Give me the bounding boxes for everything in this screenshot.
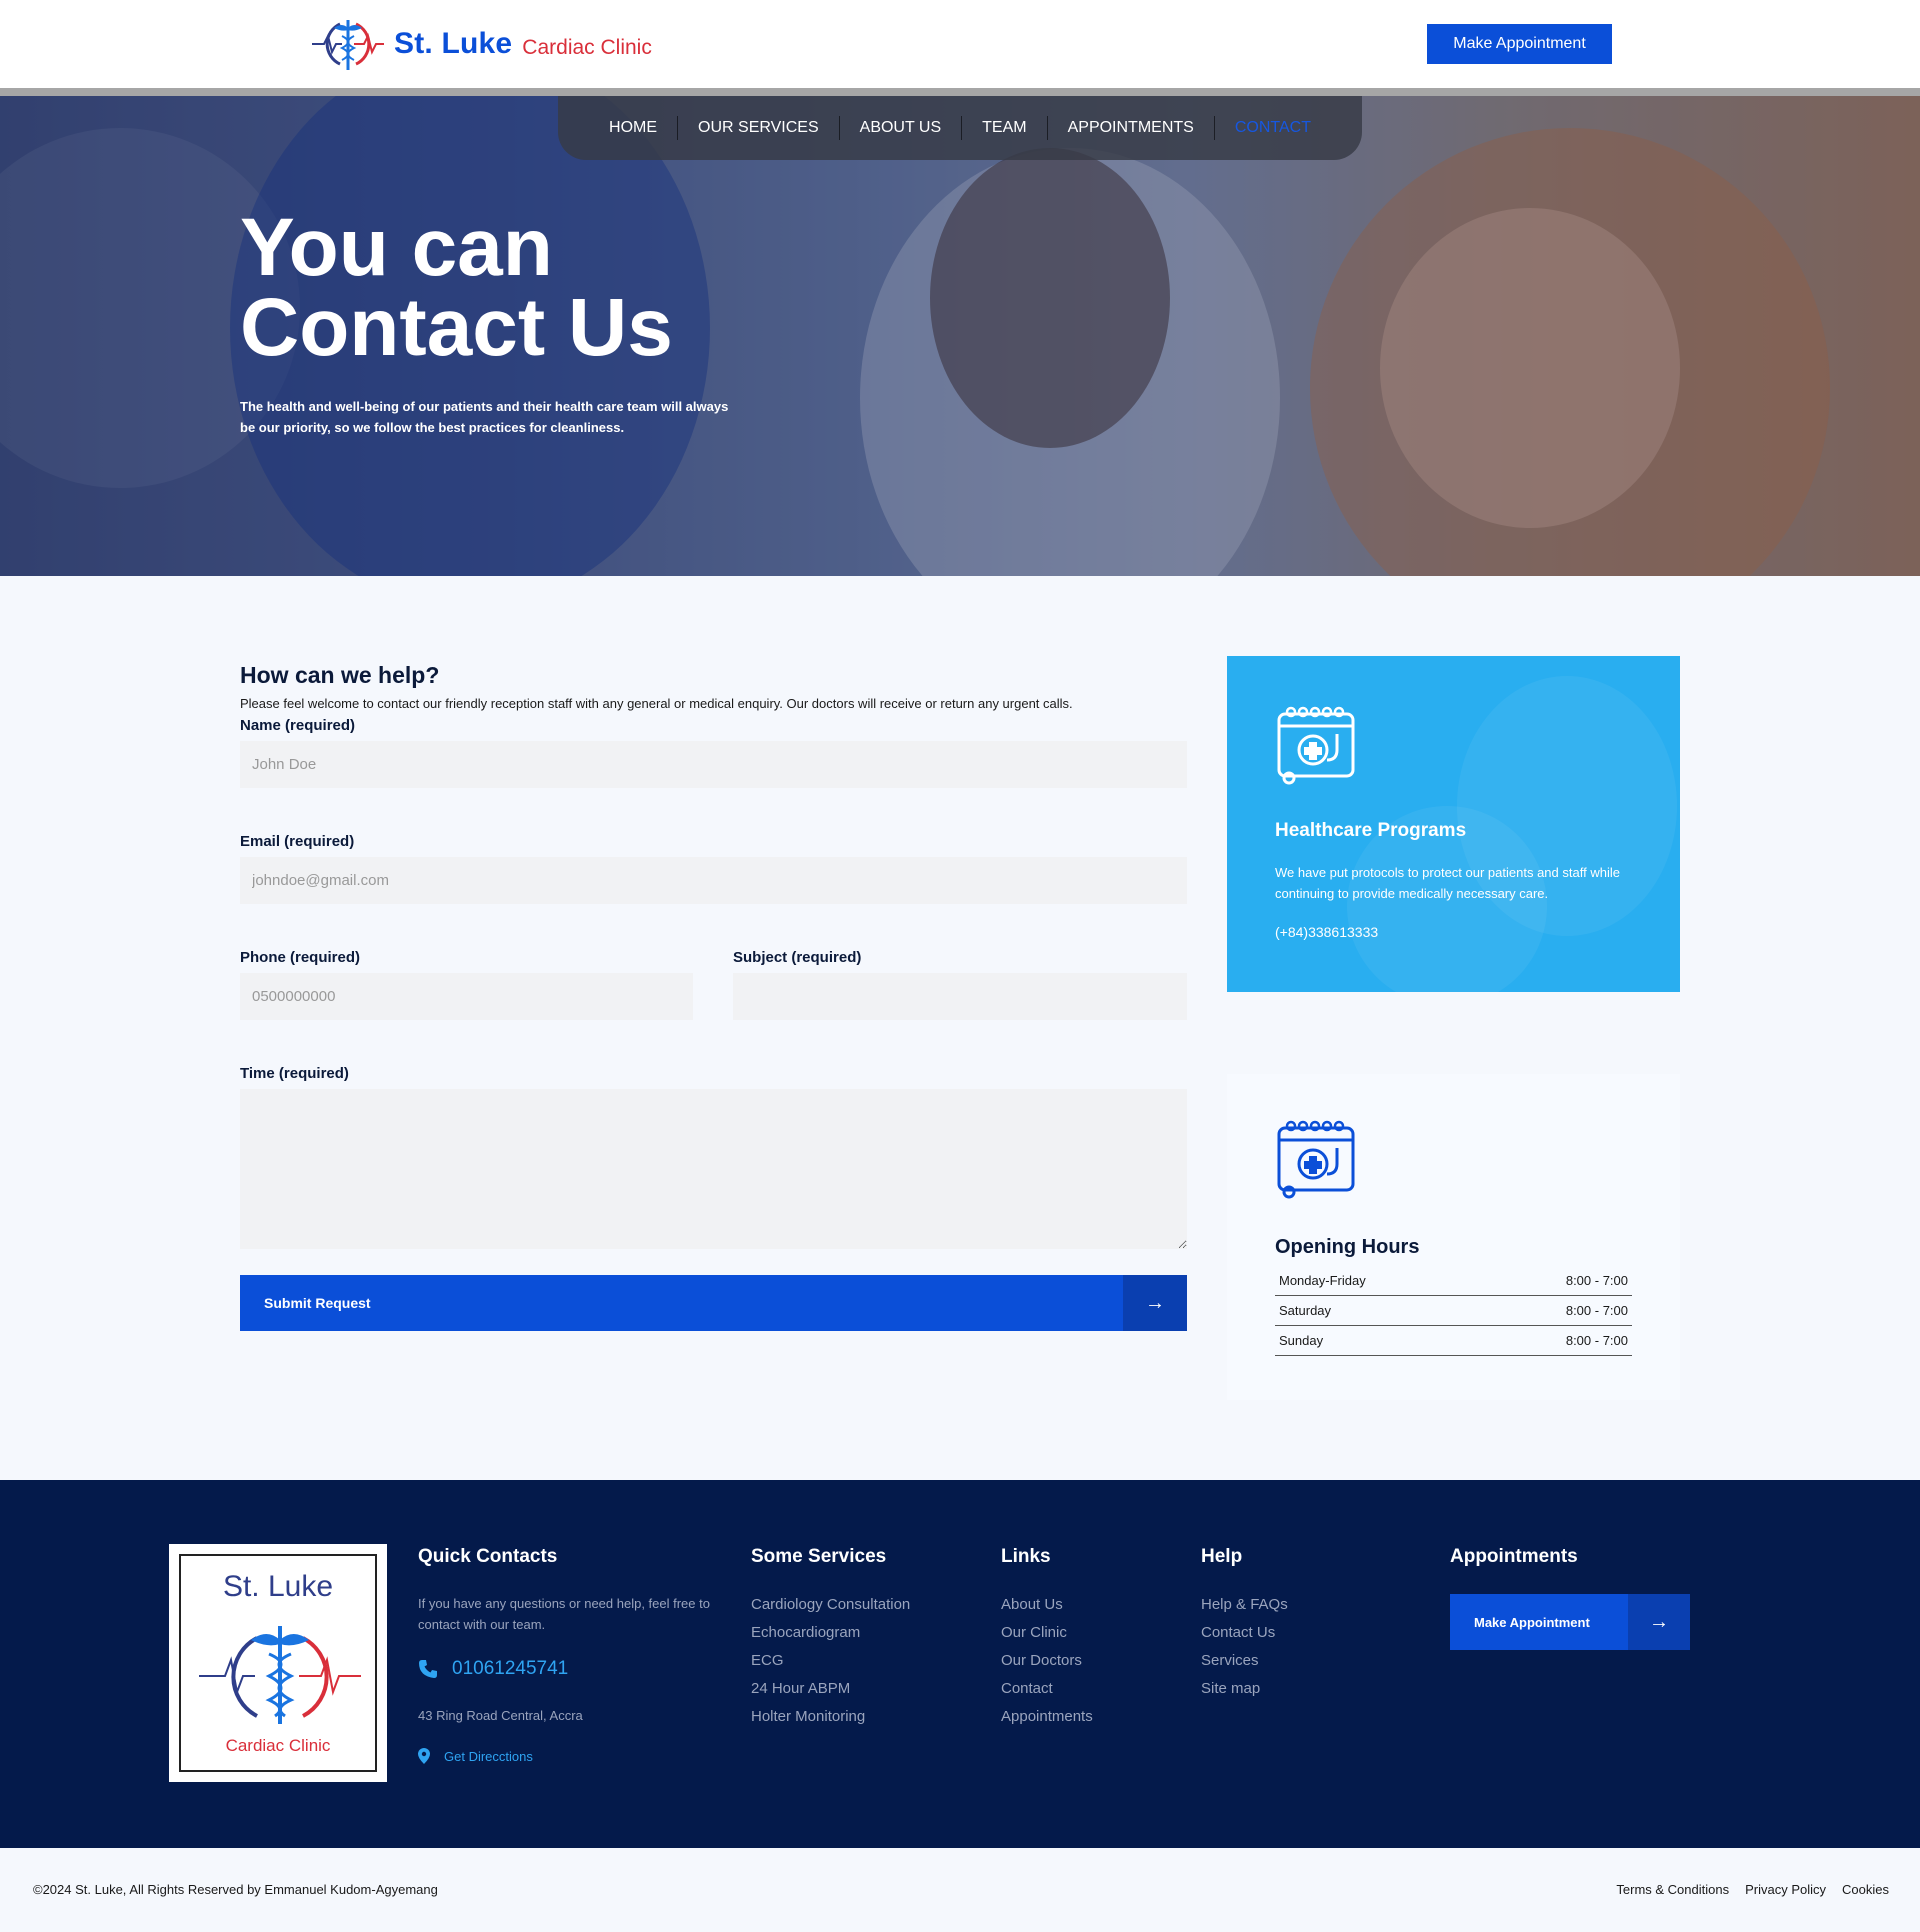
site-logo[interactable]: St. Luke Cardiac Clinic [310, 14, 652, 74]
quick-contacts-text: If you have any questions or need help, … [418, 1596, 710, 1632]
hours-day: Saturday [1279, 1302, 1332, 1318]
footer-logo-subtitle: Cardiac Clinic [225, 1736, 331, 1755]
healthcare-programs-card: Healthcare Programs We have put protocol… [1227, 656, 1680, 992]
footer-address: 43 Ring Road Central, Accra [418, 1708, 583, 1723]
footer-phone-number: 01061245741 [452, 1658, 569, 1679]
footer-phone[interactable]: 01061245741 [418, 1658, 568, 1680]
some-services-title: Some Services [751, 1546, 887, 1567]
nav-about-us[interactable]: ABOUT US [840, 116, 963, 140]
programs-title: Healthcare Programs [1275, 820, 1467, 841]
footer-make-appointment-label: Make Appointment [1474, 1614, 1590, 1630]
medical-calendar-icon [1277, 1120, 1355, 1199]
footer-logo-name: St. Luke [222, 1570, 334, 1603]
submit-request-button[interactable]: Submit Request → [240, 1275, 1187, 1331]
opening-hours-table: Monday-Friday 8:00 - 7:00 Saturday 8:00 … [1275, 1266, 1632, 1356]
make-appointment-button[interactable]: Make Appointment [1427, 24, 1612, 64]
copyright-text: ©2024 St. Luke, All Rights Reserved by E… [33, 1882, 438, 1897]
hours-time: 8:00 - 7:00 [1565, 1332, 1628, 1348]
programs-text: We have put protocols to protect our pat… [1275, 865, 1620, 901]
logo-subtitle: Cardiac Clinic [522, 36, 652, 59]
hours-day: Sunday [1279, 1332, 1324, 1348]
get-directions-label: Get Direcctions [444, 1748, 533, 1764]
nav-home[interactable]: HOME [589, 116, 679, 140]
form-intro: Please feel welcome to contact our frien… [240, 696, 1073, 711]
nav-our-services[interactable]: OUR SERVICES [678, 116, 840, 140]
footer-link[interactable]: Contact [1001, 1680, 1053, 1697]
subject-input[interactable] [733, 973, 1187, 1020]
name-input[interactable] [240, 741, 1187, 788]
arrow-right-icon: → [1123, 1275, 1187, 1331]
site-header: St. Luke Cardiac Clinic Make Appointment [0, 0, 1920, 88]
quick-contacts-title: Quick Contacts [418, 1546, 558, 1567]
cookies-link[interactable]: Cookies [1842, 1882, 1889, 1897]
privacy-policy-link[interactable]: Privacy Policy [1745, 1882, 1826, 1897]
caduceus-logo-icon [199, 1626, 361, 1724]
medical-calendar-icon [1277, 706, 1355, 785]
hours-row: Saturday 8:00 - 7:00 [1275, 1296, 1632, 1326]
footer-service-link[interactable]: Echocardiogram [751, 1624, 860, 1641]
nav-team[interactable]: TEAM [962, 116, 1048, 140]
footer-service-link[interactable]: 24 Hour ABPM [751, 1680, 850, 1697]
footer-service-link[interactable]: Cardiology Consultation [751, 1596, 910, 1613]
footer-link[interactable]: Appointments [1001, 1708, 1093, 1725]
footer-link[interactable]: Our Clinic [1001, 1624, 1067, 1641]
footer-logo-frame: St. Luke Cardiac Clinic [179, 1554, 377, 1772]
appointments-title: Appointments [1450, 1546, 1578, 1567]
phone-label: Phone (required) [240, 949, 361, 966]
email-label: Email (required) [240, 833, 355, 850]
footer-help-link[interactable]: Help & FAQs [1201, 1596, 1288, 1613]
hero-top-border [0, 88, 1920, 96]
links-title: Links [1001, 1546, 1051, 1567]
footer-link[interactable]: About Us [1001, 1596, 1063, 1613]
time-label: Time (required) [240, 1065, 349, 1082]
opening-hours-card: Opening Hours Monday-Friday 8:00 - 7:00 … [1227, 1074, 1680, 1400]
time-textarea[interactable] [240, 1089, 1187, 1249]
footer-make-appointment-button[interactable]: Make Appointment → [1450, 1594, 1690, 1650]
hero-title: You can Contact Us [240, 207, 760, 369]
opening-hours-title: Opening Hours [1275, 1236, 1420, 1258]
hero-title-line-1: You can [240, 202, 553, 293]
footer-link[interactable]: Our Doctors [1001, 1652, 1082, 1669]
footer-help-link[interactable]: Contact Us [1201, 1624, 1275, 1641]
map-pin-icon [418, 1748, 430, 1764]
bottom-bar: ©2024 St. Luke, All Rights Reserved by E… [0, 1848, 1920, 1932]
hours-time: 8:00 - 7:00 [1565, 1302, 1628, 1318]
hero-description: The health and well-being of our patient… [240, 399, 729, 435]
logo-name: St. Luke [394, 27, 513, 60]
hours-day: Monday-Friday [1279, 1272, 1366, 1288]
footer-logo[interactable]: St. Luke Cardiac Clinic [169, 1544, 387, 1782]
footer-service-link[interactable]: Holter Monitoring [751, 1708, 865, 1725]
main-navigation: HOME OUR SERVICES ABOUT US TEAM APPOINTM… [558, 96, 1362, 160]
footer-service-link[interactable]: ECG [751, 1652, 784, 1669]
hours-row: Monday-Friday 8:00 - 7:00 [1275, 1266, 1632, 1296]
caduceus-logo-icon [312, 20, 384, 70]
help-title: Help [1201, 1546, 1243, 1567]
hero-banner: HOME OUR SERVICES ABOUT US TEAM APPOINTM… [0, 88, 1920, 576]
get-directions-link[interactable]: Get Direcctions [418, 1748, 533, 1764]
phone-icon [419, 1660, 437, 1678]
hero-title-line-2: Contact Us [240, 282, 673, 373]
terms-link[interactable]: Terms & Conditions [1616, 1882, 1729, 1897]
submit-request-label: Submit Request [264, 1295, 371, 1311]
subject-label: Subject (required) [733, 949, 862, 966]
name-label: Name (required) [240, 717, 356, 734]
nav-appointments[interactable]: APPOINTMENTS [1048, 116, 1215, 140]
programs-phone[interactable]: (+84)338613333 [1275, 924, 1378, 940]
form-title: How can we help? [240, 662, 440, 688]
hours-row: Sunday 8:00 - 7:00 [1275, 1326, 1632, 1356]
email-input[interactable] [240, 857, 1187, 904]
site-footer: St. Luke Cardiac Clinic Quick Contacts I… [0, 1480, 1920, 1848]
footer-help-link[interactable]: Site map [1201, 1680, 1260, 1697]
footer-help-link[interactable]: Services [1201, 1652, 1259, 1669]
nav-contact[interactable]: CONTACT [1215, 116, 1331, 140]
phone-input[interactable] [240, 973, 693, 1020]
arrow-right-icon: → [1628, 1594, 1690, 1650]
hours-time: 8:00 - 7:00 [1565, 1272, 1628, 1288]
legal-links: Terms & Conditions Privacy Policy Cookie… [1600, 1882, 1889, 1897]
